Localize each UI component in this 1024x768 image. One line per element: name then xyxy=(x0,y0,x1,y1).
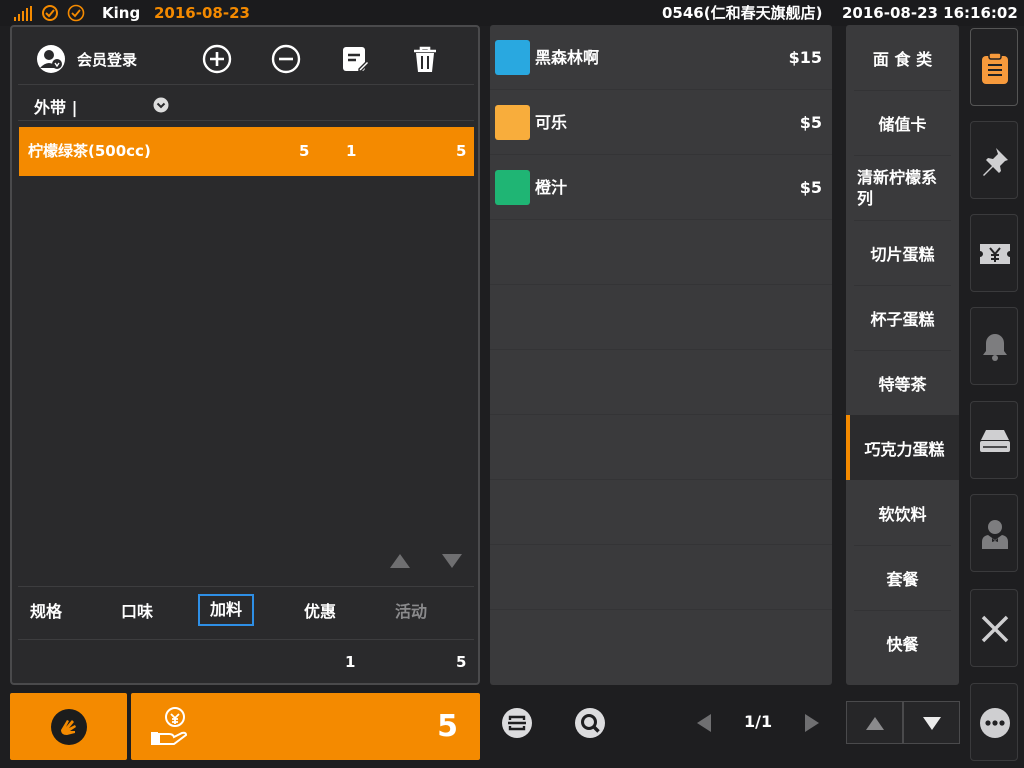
product-item[interactable]: 橙汁 $5 xyxy=(490,155,832,220)
checkout-amount: 5 xyxy=(437,709,458,744)
arrow-down-icon xyxy=(923,717,941,730)
product-name: 黑森林啊 xyxy=(535,48,600,67)
product-price: $5 xyxy=(799,113,822,132)
product-color-swatch xyxy=(495,105,530,140)
hold-order-button[interactable] xyxy=(10,693,127,760)
product-name: 可乐 xyxy=(535,113,568,132)
next-page-icon[interactable] xyxy=(805,714,819,732)
add-icon[interactable] xyxy=(202,44,232,74)
product-price: $15 xyxy=(788,48,822,67)
divider xyxy=(18,120,474,121)
orders-button[interactable] xyxy=(970,28,1018,106)
category-item[interactable]: 快餐 xyxy=(846,610,959,675)
product-price: $5 xyxy=(799,178,822,197)
category-item[interactable]: 切片蛋糕 xyxy=(846,220,959,285)
category-item[interactable]: 套餐 xyxy=(846,545,959,610)
chevron-down-icon[interactable] xyxy=(153,97,169,113)
prev-page-icon[interactable] xyxy=(697,714,711,732)
product-slot-empty xyxy=(490,480,832,545)
divider xyxy=(18,639,474,640)
product-slot-empty xyxy=(490,350,832,415)
check-circle-icon xyxy=(67,4,85,22)
product-slot-empty xyxy=(490,220,832,285)
cloud-sync-icon xyxy=(42,5,58,21)
coupon-yen-icon xyxy=(980,244,1010,264)
search-icon[interactable] xyxy=(574,707,606,739)
category-item[interactable]: 清新柠檬系列 xyxy=(846,155,959,220)
product-list: 黑森林啊 $15 可乐 $5 橙汁 $5 xyxy=(490,25,832,685)
product-color-swatch xyxy=(495,40,530,75)
category-item[interactable]: 面 食 类 xyxy=(846,25,959,90)
scroll-down-icon[interactable] xyxy=(442,554,462,568)
notification-button[interactable] xyxy=(970,307,1018,385)
minus-icon[interactable] xyxy=(271,44,301,74)
staff-button[interactable] xyxy=(970,494,1018,572)
category-scroll-up-button[interactable] xyxy=(846,701,903,744)
scroll-up-icon[interactable] xyxy=(390,554,410,568)
clipboard-icon xyxy=(982,52,1008,84)
checkout-button[interactable]: 5 xyxy=(131,693,480,760)
category-item[interactable]: 软饮料 xyxy=(846,480,959,545)
pin-button[interactable] xyxy=(970,121,1018,199)
pay-money-icon xyxy=(151,707,188,745)
member-avatar-icon xyxy=(37,45,65,73)
scan-icon[interactable] xyxy=(501,707,533,739)
summary-total: 5 xyxy=(456,653,467,671)
product-slot-empty xyxy=(490,610,832,675)
user-name: King xyxy=(102,4,141,22)
divider xyxy=(18,586,474,587)
order-type-label[interactable]: 外带 | xyxy=(34,94,77,118)
tab-flavor[interactable]: 口味 xyxy=(121,597,153,627)
tab-spec[interactable]: 规格 xyxy=(30,597,62,627)
business-date: 2016-08-23 xyxy=(154,4,250,22)
product-item[interactable]: 黑森林啊 $15 xyxy=(490,25,832,90)
order-item-qty: 1 xyxy=(346,142,357,160)
order-item-price: 5 xyxy=(299,142,310,160)
category-scroll-down-button[interactable] xyxy=(903,701,960,744)
product-color-swatch xyxy=(495,170,530,205)
close-icon xyxy=(981,615,1009,643)
member-login-label[interactable]: 会员登录 xyxy=(77,49,137,70)
order-item-name: 柠檬绿茶(500cc) xyxy=(28,142,151,160)
more-dots-icon xyxy=(980,708,1010,738)
cash-drawer-button[interactable] xyxy=(970,401,1018,479)
product-slot-empty xyxy=(490,545,832,610)
product-name: 橙汁 xyxy=(535,178,568,197)
status-bar: King 2016-08-23 0546(仁和春天旗舰店) 2016-08-23… xyxy=(0,0,1024,26)
product-item[interactable]: 可乐 $5 xyxy=(490,90,832,155)
edit-note-icon[interactable] xyxy=(340,44,370,74)
category-list: 面 食 类 储值卡 清新柠檬系列 切片蛋糕 杯子蛋糕 特等茶 巧克力蛋糕 软饮料… xyxy=(846,25,959,685)
coupon-button[interactable] xyxy=(970,214,1018,292)
close-button[interactable] xyxy=(970,589,1018,667)
product-slot-empty xyxy=(490,285,832,350)
signal-icon xyxy=(14,6,32,21)
category-item[interactable]: 特等茶 xyxy=(846,350,959,415)
store-name: 0546(仁和春天旗舰店) xyxy=(662,4,823,22)
order-item-row[interactable]: 柠檬绿茶(500cc) 5 1 5 xyxy=(19,127,474,176)
bell-icon xyxy=(983,334,1007,361)
category-item[interactable]: 储值卡 xyxy=(846,90,959,155)
arrow-up-icon xyxy=(866,717,884,730)
tab-discount[interactable]: 优惠 xyxy=(304,597,336,627)
tab-toppings[interactable]: 加料 xyxy=(198,594,254,626)
trash-icon[interactable] xyxy=(410,44,440,74)
category-item[interactable]: 杯子蛋糕 xyxy=(846,285,959,350)
more-button[interactable] xyxy=(970,683,1018,761)
summary-qty: 1 xyxy=(345,653,356,671)
tab-promotion[interactable]: 活动 xyxy=(395,597,427,627)
order-item-total: 5 xyxy=(456,142,467,160)
page-indicator: 1/1 xyxy=(744,712,773,731)
product-slot-empty xyxy=(490,415,832,480)
cash-drawer-icon xyxy=(980,430,1010,452)
category-item-selected[interactable]: 巧克力蛋糕 xyxy=(846,415,959,480)
order-panel: 会员登录 外带 | 柠檬绿茶(500cc) 5 1 5 规格 口味 加料 优惠 … xyxy=(10,25,480,685)
current-datetime: 2016-08-23 16:16:02 xyxy=(842,4,1018,22)
hand-wave-icon xyxy=(51,709,87,745)
waiter-icon xyxy=(982,520,1008,549)
member-login-button[interactable] xyxy=(36,44,66,74)
divider xyxy=(18,84,474,85)
pushpin-icon xyxy=(983,148,1008,176)
